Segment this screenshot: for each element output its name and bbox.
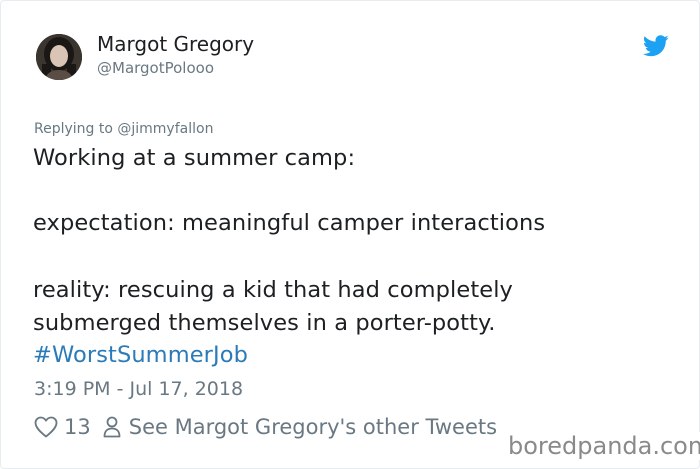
like-count[interactable]: 13	[64, 415, 91, 439]
watermark: boredpanda.com	[506, 432, 700, 460]
tweet-timestamp[interactable]: 3:19 PM - Jul 17, 2018	[34, 378, 243, 400]
twitter-bird-icon[interactable]	[642, 35, 669, 57]
author-handle[interactable]: @MargotPolooo	[97, 59, 214, 77]
tweet-text-line: Working at a summer camp:	[33, 145, 356, 171]
person-icon[interactable]	[103, 416, 121, 438]
tweet-text-line: expectation: meaningful camper interacti…	[33, 210, 546, 236]
tweet-actions: 13 See Margot Gregory's other Tweets	[34, 413, 497, 441]
tweet-text-line: reality: rescuing a kid that had complet…	[33, 277, 513, 303]
tweet-card: Margot Gregory @MargotPolooo Replying to…	[0, 0, 700, 469]
replying-to-label[interactable]: Replying to @jimmyfallon	[34, 121, 213, 137]
avatar-photo	[36, 34, 82, 80]
heart-icon[interactable]	[34, 416, 58, 438]
hashtag-link[interactable]: #WorstSummerJob	[33, 342, 248, 368]
author-display-name[interactable]: Margot Gregory	[97, 32, 254, 56]
tweet-text-line: submerged themselves in a porter-potty.	[33, 310, 496, 336]
see-other-tweets-link[interactable]: See Margot Gregory's other Tweets	[129, 415, 497, 439]
avatar[interactable]	[36, 34, 82, 80]
